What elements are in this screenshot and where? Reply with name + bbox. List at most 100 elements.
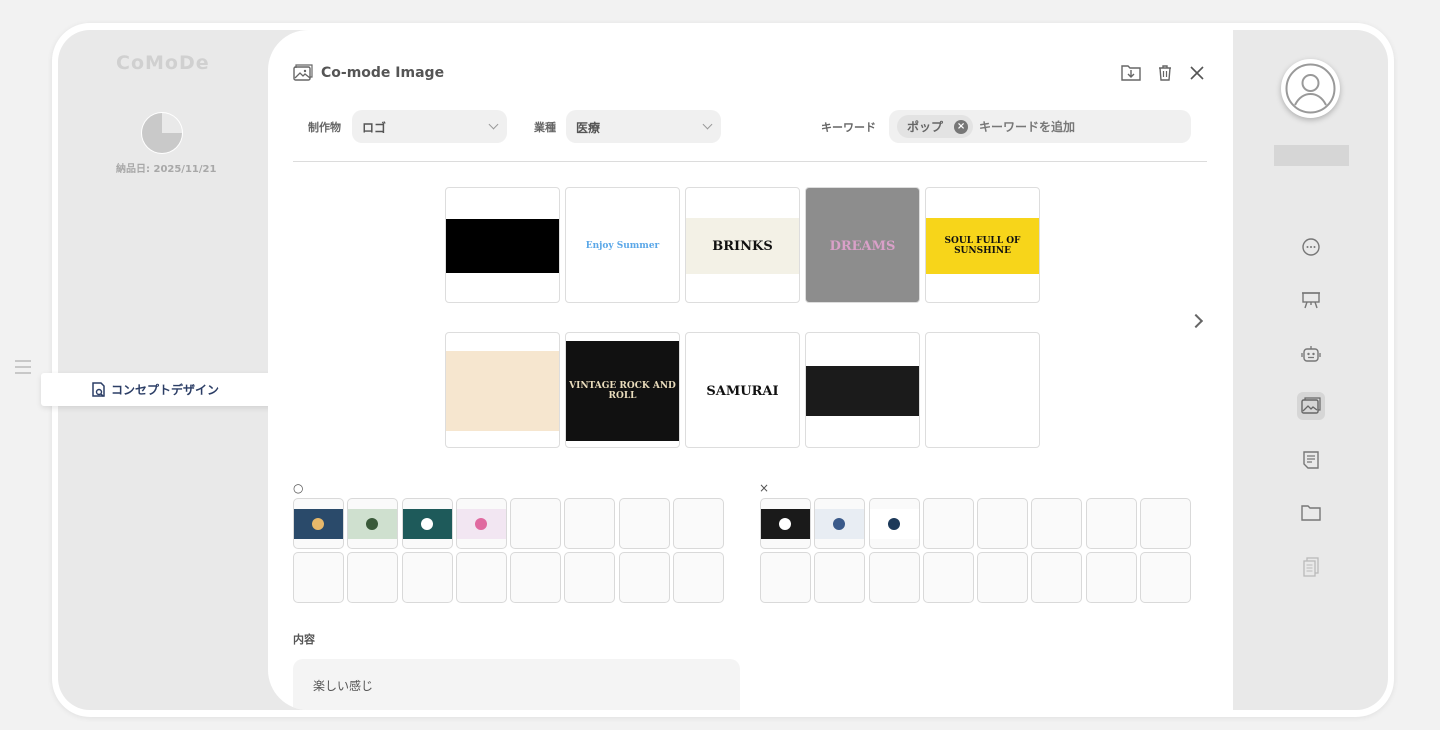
gallery-tile[interactable]: SAMURAI [685,332,800,448]
folder-icon[interactable] [1297,499,1325,527]
content-textarea[interactable]: 楽しい感じ [293,659,740,710]
document-search-icon [92,381,105,397]
disliked-slot[interactable] [814,498,866,549]
disliked-slot[interactable] [977,498,1029,549]
liked-slot[interactable] [293,552,344,604]
liked-slot[interactable] [455,552,507,604]
download-folder-icon[interactable] [1121,64,1141,81]
user-icon [1285,63,1336,114]
gallery-tile[interactable] [445,332,560,448]
gallery-image-text: VINTAGE ROCK AND ROLL [569,381,676,401]
product-select[interactable]: ロゴ [352,110,507,143]
keyword-input[interactable]: ポップ × キーワードを追加 [889,110,1191,143]
liked-slot[interactable] [618,498,670,549]
hamburger-menu-icon[interactable] [15,360,31,374]
disliked-slot[interactable] [1031,552,1083,604]
product-value: ロゴ [362,121,387,135]
liked-slot[interactable] [564,498,616,549]
liked-slot[interactable] [510,498,562,549]
keyword-placeholder[interactable]: キーワードを追加 [979,118,1075,135]
disliked-thumbnail-mark [833,517,846,530]
gallery-image [446,351,559,431]
gallery-image: VINTAGE ROCK AND ROLL [566,341,679,441]
image-icon [293,64,313,81]
chevron-right-icon[interactable] [1188,313,1204,329]
disliked-slot[interactable] [1031,498,1083,549]
industry-label: 業種 [534,121,556,134]
chat-icon[interactable] [1297,233,1325,261]
gallery-tile[interactable]: DREAMS [805,187,920,303]
liked-slot[interactable] [347,552,399,604]
gallery-image: SAMURAI [686,341,799,441]
document-list-icon[interactable] [1297,446,1325,474]
delivery-date: 納品日: 2025/11/21 [116,164,217,175]
chip-remove-icon[interactable]: × [954,120,969,134]
app-logo: CoMoDe [116,52,210,74]
liked-slot[interactable] [673,498,725,549]
presentation-icon[interactable] [1297,286,1325,314]
disliked-slot[interactable] [1140,498,1192,549]
sidebar-item-concept-design[interactable]: コンセプトデザイン [41,373,284,406]
gallery-image: SOUL FULL OF SUNSHINE [926,218,1039,274]
keyword-chip-label: ポップ [907,120,944,134]
disliked-slot[interactable] [1085,498,1137,549]
gallery-image: Enjoy Summer [566,206,679,286]
liked-thumbnail [294,508,343,539]
gallery-image [926,351,1039,431]
liked-slot[interactable] [401,552,453,604]
gallery-tile[interactable]: BRINKS [685,187,800,303]
chevron-down-icon [488,119,499,130]
copy-document-icon[interactable] [1297,553,1325,581]
keyword-chip[interactable]: ポップ × [897,115,974,138]
liked-slot[interactable] [564,552,616,604]
panel-header: Co-mode Image [293,64,444,82]
gallery-tile[interactable]: SOUL FULL OF SUNSHINE [925,187,1040,303]
image-gallery-icon[interactable] [1297,392,1325,420]
product-label: 制作物 [308,121,341,134]
disliked-slot[interactable] [1140,552,1192,604]
content-text: 楽しい感じ [313,679,374,693]
disliked-slot[interactable] [1085,552,1137,604]
disliked-thumbnail-mark [779,517,791,530]
gallery-image-text: SAMURAI [706,383,779,399]
disliked-slot[interactable] [814,552,866,604]
gallery-image-text: DREAMS [829,238,896,254]
disliked-slot[interactable] [760,552,811,604]
disliked-slot[interactable] [760,498,811,549]
disliked-slots [760,498,1192,604]
avatar[interactable] [1281,59,1340,118]
liked-slots [293,498,725,604]
gallery-tile[interactable] [805,332,920,448]
disliked-thumbnail-mark [887,517,900,530]
liked-slot[interactable] [347,498,399,549]
gallery-tile[interactable]: VINTAGE ROCK AND ROLL [565,332,680,448]
industry-select[interactable]: 医療 [566,110,721,143]
disliked-slot[interactable] [868,498,920,549]
close-icon[interactable] [1189,65,1205,81]
image-panel: Co-mode Image 制作物 ロゴ 業種 医療 キーワード ポップ × キ… [268,30,1233,710]
gallery-image [446,219,559,273]
liked-slot[interactable] [455,498,507,549]
trash-icon[interactable] [1157,64,1173,81]
liked-slot[interactable] [401,498,453,549]
disliked-slot[interactable] [977,552,1029,604]
gallery-image-text: Enjoy Summer [585,241,660,251]
disliked-slot[interactable] [922,552,974,604]
header-actions [1121,64,1205,81]
gallery-tile[interactable] [925,332,1040,448]
disliked-slot[interactable] [868,552,920,604]
liked-slot[interactable] [293,498,344,549]
liked-thumbnail [456,508,506,539]
gallery-image [806,366,919,416]
liked-slot[interactable] [510,552,562,604]
liked-slot[interactable] [618,552,670,604]
liked-thumbnail-mark [366,517,379,530]
robot-icon[interactable] [1297,340,1325,368]
gallery-tile[interactable]: Enjoy Summer [565,187,680,303]
gallery-image: BRINKS [686,218,799,274]
liked-slot[interactable] [673,552,725,604]
gallery-image-text: SOUL FULL OF SUNSHINE [944,236,1021,256]
user-name-placeholder [1274,145,1349,166]
gallery-tile[interactable] [445,187,560,303]
disliked-slot[interactable] [922,498,974,549]
